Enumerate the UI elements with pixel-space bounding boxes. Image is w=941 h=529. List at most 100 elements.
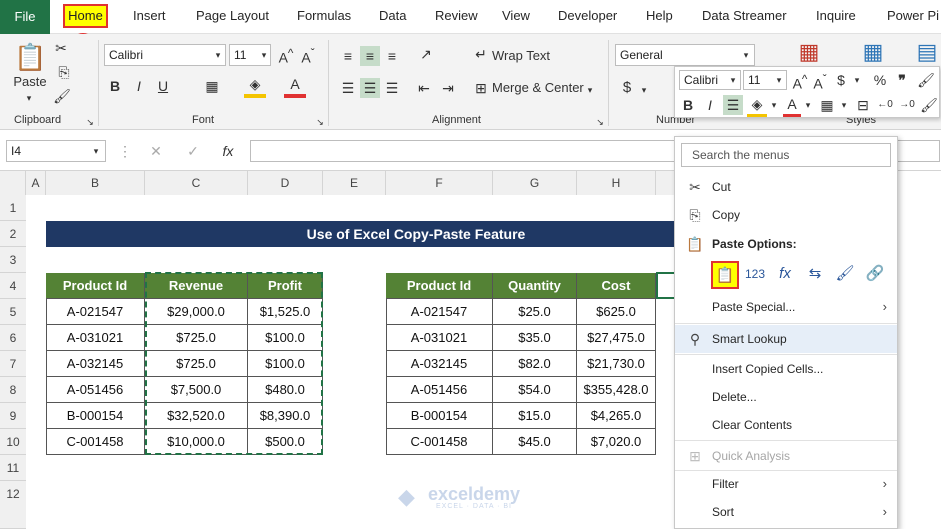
number-format-box[interactable]: General — [615, 44, 755, 66]
table-cell[interactable]: B-000154 — [386, 403, 493, 429]
menu-item-copy[interactable]: ⎘ Copy — [675, 201, 897, 229]
italic-icon[interactable]: I — [701, 95, 719, 115]
decrease-decimal-icon[interactable]: →0 — [897, 95, 917, 115]
table-cell[interactable]: C-001458 — [386, 429, 493, 455]
paste-formulas-icon[interactable]: fx — [771, 261, 799, 289]
row-header[interactable]: 7 — [0, 351, 26, 377]
table-header[interactable]: Cost — [577, 273, 656, 299]
col-header-a[interactable]: A — [26, 171, 46, 195]
chevron-down-icon[interactable]: ▾ — [727, 70, 739, 90]
merge-center-icon[interactable]: ⊞ — [472, 78, 490, 98]
italic-icon[interactable]: I — [130, 76, 148, 96]
col-header-e[interactable]: E — [323, 171, 386, 195]
chevron-down-icon[interactable]: ▾ — [90, 141, 102, 161]
chevron-down-icon[interactable]: ▾ — [851, 70, 863, 90]
dialog-launcher-icon[interactable]: ↘ — [594, 112, 606, 132]
align-left-icon[interactable]: ☰ — [338, 78, 358, 98]
decrease-font-icon[interactable]: Aˇ — [298, 44, 318, 68]
table-cell[interactable]: A-031021 — [386, 325, 493, 351]
table-cell[interactable]: $4,265.0 — [577, 403, 656, 429]
fill-color-icon[interactable]: ◈ — [244, 74, 266, 98]
tab-view[interactable]: View — [502, 8, 530, 23]
tab-inquire[interactable]: Inquire — [816, 8, 856, 23]
decrease-indent-icon[interactable]: ⇤ — [414, 78, 434, 98]
currency-icon[interactable]: $ — [618, 78, 636, 98]
paste-transpose-icon[interactable]: ⇆ — [801, 261, 829, 289]
chevron-down-icon[interactable]: ▾ — [769, 95, 779, 115]
menu-item-cut[interactable]: ✂ Cut — [675, 173, 897, 201]
clear-format-icon[interactable]: 🖌 — [919, 95, 939, 115]
tab-page-layout[interactable]: Page Layout — [196, 8, 269, 23]
chevron-down-icon[interactable]: ▾ — [212, 45, 224, 65]
chevron-down-icon[interactable]: ▾ — [584, 80, 596, 100]
menu-item-sort[interactable]: Sort › — [675, 498, 897, 526]
menu-item-delete[interactable]: Delete... — [675, 383, 897, 411]
table-cell[interactable]: $35.0 — [493, 325, 577, 351]
paste-icon[interactable]: 📋 — [14, 40, 46, 74]
col-header-b[interactable]: B — [46, 171, 145, 195]
format-painter-icon[interactable]: 🖌 — [52, 86, 72, 106]
table-cell[interactable]: $355,428.0 — [577, 377, 656, 403]
paste-values-icon[interactable]: 123 — [741, 261, 769, 289]
row-header[interactable]: 9 — [0, 403, 26, 429]
borders-icon[interactable]: ▦ — [817, 95, 837, 115]
tab-help[interactable]: Help — [646, 8, 673, 23]
font-color-icon[interactable]: A — [783, 94, 801, 117]
menu-item-filter[interactable]: Filter › — [675, 470, 897, 498]
tab-developer[interactable]: Developer — [558, 8, 617, 23]
col-header-f[interactable]: F — [386, 171, 493, 195]
col-header-i[interactable] — [656, 171, 674, 195]
copy-icon[interactable]: ⎘ — [52, 62, 76, 82]
tab-data[interactable]: Data — [379, 8, 406, 23]
paste-formatting-icon[interactable]: 🖌 — [831, 261, 859, 289]
col-header-h[interactable]: H — [577, 171, 656, 195]
table-cell[interactable]: A-051456 — [46, 377, 145, 403]
paste-link-icon[interactable]: 🔗 — [861, 261, 889, 289]
format-painter-icon[interactable]: 🖌 — [915, 70, 937, 90]
search-menus-input[interactable]: Search the menus — [681, 143, 891, 167]
chevron-down-icon[interactable]: ▾ — [258, 45, 270, 65]
align-center-icon[interactable]: ☰ — [360, 78, 380, 98]
table-cell[interactable]: A-031021 — [46, 325, 145, 351]
bold-icon[interactable]: B — [106, 76, 124, 96]
orientation-icon[interactable]: ↗ — [414, 44, 438, 64]
enter-icon[interactable]: ✓ — [183, 141, 203, 161]
font-name-box[interactable]: Calibri — [104, 44, 226, 66]
table-cell[interactable]: A-032145 — [46, 351, 145, 377]
table-cell[interactable]: $25.0 — [493, 299, 577, 325]
chevron-down-icon[interactable]: ▾ — [839, 95, 849, 115]
row-header[interactable]: 4 — [0, 273, 26, 299]
table-cell[interactable]: $21,730.0 — [577, 351, 656, 377]
merge-icon[interactable]: ⊟ — [853, 95, 873, 115]
table-cell[interactable]: $7,020.0 — [577, 429, 656, 455]
chevron-down-icon[interactable]: ▾ — [803, 95, 813, 115]
row-header[interactable]: 12 — [0, 481, 26, 529]
table-cell[interactable]: A-051456 — [386, 377, 493, 403]
row-header[interactable]: 11 — [0, 455, 26, 481]
row-header[interactable]: 2 — [0, 221, 26, 247]
tab-file[interactable]: File — [0, 0, 50, 34]
bold-icon[interactable]: B — [679, 95, 697, 115]
menu-item-smart-lookup[interactable]: ⚲ Smart Lookup — [675, 325, 897, 353]
insert-function-icon[interactable]: fx — [218, 141, 238, 161]
font-color-icon[interactable]: A — [284, 74, 306, 98]
cancel-icon[interactable]: ✕ — [146, 141, 166, 161]
row-header[interactable]: 6 — [0, 325, 26, 351]
increase-font-icon[interactable]: A^ — [791, 70, 809, 94]
paste-button[interactable]: Paste — [12, 74, 48, 89]
align-right-icon[interactable]: ☰ — [382, 78, 402, 98]
table-cell[interactable]: $82.0 — [493, 351, 577, 377]
table-cell[interactable]: A-032145 — [386, 351, 493, 377]
currency-icon[interactable]: $ — [833, 70, 849, 90]
row-header[interactable]: 3 — [0, 247, 26, 273]
merge-center-button[interactable]: Merge & Center — [492, 80, 584, 95]
tab-home[interactable]: Home — [63, 4, 108, 28]
table-cell[interactable]: $45.0 — [493, 429, 577, 455]
paste-default-icon[interactable]: 📋 — [711, 261, 739, 289]
tab-power-pivot[interactable]: Power Pi — [887, 8, 939, 23]
chevron-down-icon[interactable]: ▾ — [773, 70, 785, 90]
select-all-corner[interactable] — [0, 171, 26, 195]
table-cell[interactable]: A-021547 — [46, 299, 145, 325]
row-header[interactable]: 10 — [0, 429, 26, 455]
table-cell[interactable]: $54.0 — [493, 377, 577, 403]
